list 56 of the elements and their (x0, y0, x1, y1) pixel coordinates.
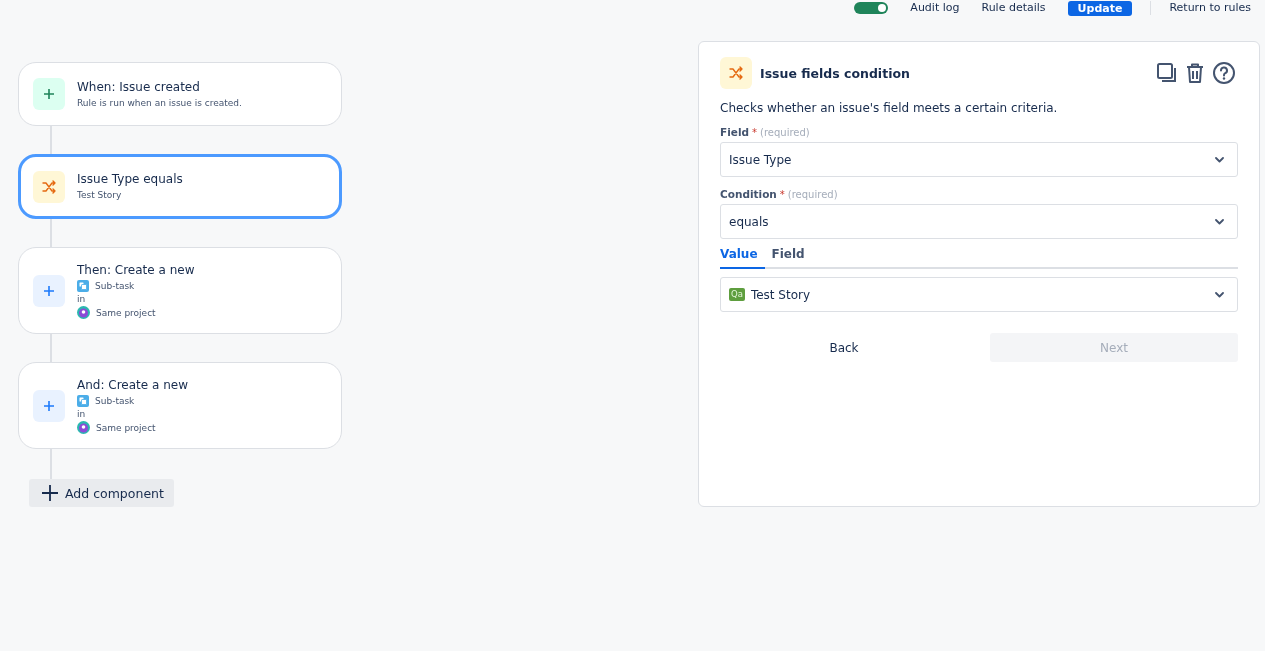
shuffle-icon (729, 66, 743, 80)
select-field[interactable]: Qa Test Story (720, 277, 1238, 312)
project-avatar-icon (77, 306, 90, 319)
chevron-down-icon (1215, 156, 1224, 163)
plus-icon (43, 88, 55, 100)
project-label: Same project (96, 422, 156, 433)
trash-icon (1186, 63, 1204, 83)
connector-label: in (77, 293, 87, 306)
update-button[interactable]: Update (1067, 0, 1133, 16)
component-title: Issue Type equals (77, 171, 183, 188)
required-hint: (required) (760, 127, 810, 138)
field-label: Field (720, 126, 749, 138)
chevron-down-icon (1215, 218, 1224, 225)
project-label: Same project (96, 307, 156, 318)
select-field[interactable]: equals (720, 204, 1238, 239)
project-avatar-icon (77, 421, 90, 434)
component-card[interactable]: Then: Create a new Sub-task in Same project (18, 247, 342, 334)
component-card[interactable]: And: Create a new Sub-task in Same project (18, 362, 342, 449)
component-card[interactable]: Issue Type equals Test Story (18, 154, 342, 219)
panel-description: Checks whether an issue's field meets a certain criteria. (720, 101, 1059, 115)
shuffle-icon (42, 179, 56, 194)
toggle-switch[interactable] (854, 2, 889, 14)
select-field[interactable]: Issue Type (720, 142, 1238, 177)
required-mark: * (779, 189, 785, 200)
select-value: Issue Type (729, 152, 793, 167)
component-title: And: Create a new (77, 377, 188, 394)
plus-icon (43, 399, 55, 412)
component-description: Rule is run when an issue is created. (77, 96, 242, 110)
issue-type-label: Sub-task (95, 395, 135, 406)
subtask-icon (77, 279, 89, 292)
help-icon (1213, 62, 1235, 84)
field-label: Condition (720, 188, 777, 200)
back-button[interactable]: Back (720, 333, 968, 362)
component-description: Test Story (77, 189, 123, 202)
panel-title: Issue fields condition (760, 65, 910, 81)
header-link[interactable]: Audit log (910, 1, 960, 15)
component-title: Then: Create a new (77, 262, 195, 279)
issue-type-badge: Qa (729, 288, 745, 301)
select-value: Test Story (750, 287, 812, 302)
plus-icon (42, 485, 58, 501)
select-value: equals (729, 214, 770, 229)
subtask-icon (77, 394, 89, 407)
tab[interactable]: Value (720, 245, 765, 269)
header-link[interactable]: Rule details (981, 1, 1046, 15)
issue-type-label: Sub-task (95, 280, 135, 291)
tab[interactable]: Field (764, 245, 812, 269)
required-mark: * (752, 127, 757, 138)
plus-icon (43, 284, 55, 297)
component-title: When: Issue created (77, 78, 201, 96)
add-component-button[interactable]: Add component (29, 479, 174, 507)
return-link[interactable]: Return to rules (1169, 1, 1251, 15)
connector-label: in (77, 408, 87, 421)
required-hint: (required) (787, 189, 838, 200)
chevron-down-icon (1215, 291, 1224, 298)
copy-icon (1157, 63, 1177, 83)
component-card[interactable]: When: Issue created Rule is run when an issue is created. (18, 62, 342, 126)
